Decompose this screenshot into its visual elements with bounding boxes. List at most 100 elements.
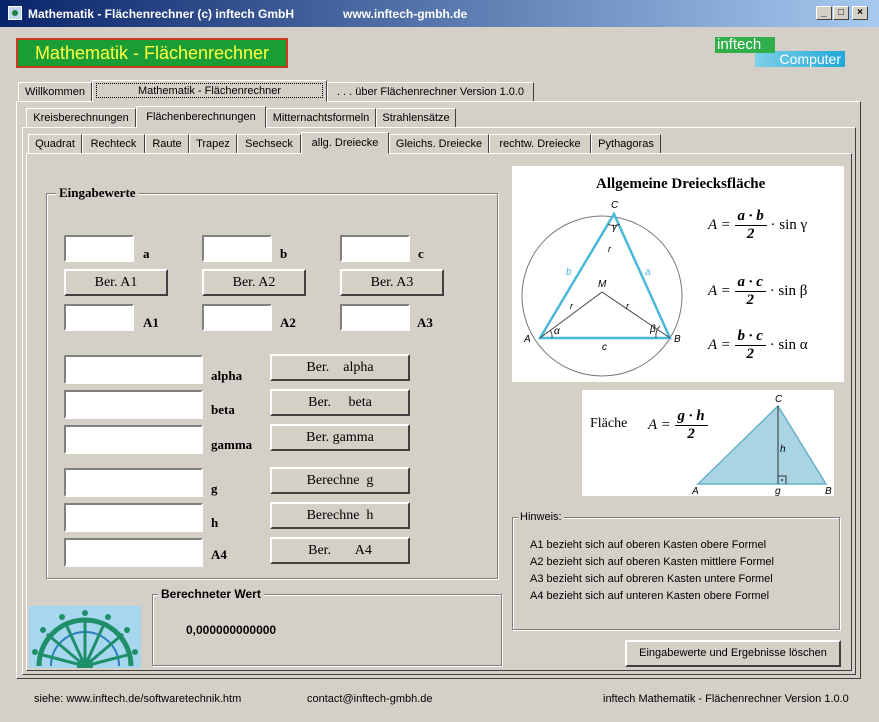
tab-rechtw-dreiecke[interactable]: rechtw. Dreiecke [489,134,591,154]
hinweis-line-3: A3 bezieht sich auf obreren Kasten unter… [530,573,773,585]
hinweis-line-2: A2 bezieht sich auf oberen Kasten mittle… [530,556,774,568]
hinweis-line-4: A4 bezieht sich auf unteren Kasten obere… [530,590,770,602]
a4-field[interactable] [64,538,203,567]
height-diagram: Fläche A = g · h2 C A B g h [582,390,834,497]
area-a2-field[interactable] [202,304,272,331]
status-version: inftech Mathematik - Flächenrechner Vers… [603,693,849,705]
tab-flaechenberechnungen[interactable]: Flächenberechnungen [136,106,266,128]
area-a3-field[interactable] [340,304,410,331]
tab-sechseck[interactable]: Sechseck [237,134,301,154]
result-group-title: Berechneter Wert [158,587,264,601]
gamma-input[interactable] [64,425,203,454]
side-a-label: a [143,246,150,261]
alpha-label: alpha [211,368,243,383]
formula-3-num: b · c [734,328,766,346]
header-banner: Mathematik - Flächenrechner [16,38,288,68]
berechne-h-button[interactable]: Berechne h [270,502,410,529]
formula-2-num: a · c [734,274,766,292]
h-label: h [211,515,219,530]
formula-1: A = a · b2 · sin γ [708,208,807,243]
ber-beta-button[interactable]: Ber. beta [270,389,410,416]
tab-trapez[interactable]: Trapez [189,134,237,154]
gamma-label: gamma [211,437,253,452]
clear-all-button[interactable]: Eingabewerte und Ergebnisse löschen [625,640,841,667]
formula-1-rhs: · sin γ [770,216,808,233]
formula-3-rhs: · sin α [769,336,808,353]
height-triangle [696,404,828,485]
g-input[interactable] [64,468,203,497]
title-bar[interactable]: Mathematik - Flächenrechner (c) inftech … [0,0,879,27]
app-window: Mathematik - Flächenrechner (c) inftech … [0,0,879,722]
height-vertex-c: C [775,394,783,405]
ber-gamma-button[interactable]: Ber. gamma [270,424,410,451]
result-value: 0,000000000000 [186,623,277,637]
radius-mark-top: r [608,244,611,254]
tab-raute[interactable]: Raute [145,134,189,154]
vertex-a: A [524,334,531,345]
tab-willkommen[interactable]: Willkommen [18,82,92,102]
tab-kreisberechnungen[interactable]: Kreisberechnungen [26,108,136,128]
area-a1-label: A1 [143,315,159,330]
area-a3-label: A3 [417,315,433,330]
alpha-input[interactable] [64,355,203,384]
formula-2-fraction: a · c2 [734,274,766,309]
formula-3-fraction: b · c2 [734,328,766,363]
minimize-button[interactable]: _ [816,6,832,20]
side-b-input[interactable] [202,235,272,262]
ship-wheel-logo [29,606,141,674]
logo-inftech: inftech [715,37,775,53]
radius-mark-left: r [570,301,573,311]
ber-alpha-button[interactable]: Ber. alpha [270,354,410,381]
height-triangle-figure [696,404,828,485]
tab-flaechenrechner[interactable]: Mathematik - Flächenrechner [92,80,327,102]
side-b-label: b [280,246,288,261]
side-c-label: c [418,246,424,261]
status-email[interactable]: contact@inftech-gmbh.de [307,693,433,705]
app-icon[interactable] [8,6,22,20]
formula-2-rhs: · sin β [769,282,808,299]
tab-quadrat[interactable]: Quadrat [28,134,82,154]
tab-strahlensaetze[interactable]: Strahlensätze [376,108,456,128]
formula-2: A = a · c2 · sin β [708,274,807,309]
tab-rechteck[interactable]: Rechteck [82,134,145,154]
hinweis-title: Hinweis: [518,511,564,523]
height-vertex-b: B [825,486,832,497]
side-b-mark: b [566,267,572,278]
side-c-mark: c [602,342,607,353]
ship-wheel-icon [32,610,138,674]
h-input[interactable] [64,503,203,532]
tab-flaechenrechner-label: Mathematik - Flächenrechner [96,83,323,98]
formula-3-den: 2 [746,346,754,362]
beta-input[interactable] [64,390,203,419]
formula-1-lhs: A = [708,216,731,233]
tab-gleichs-dreiecke[interactable]: Gleichs. Dreiecke [389,134,489,154]
height-vertex-a: A [692,486,699,497]
status-website[interactable]: siehe: www.inftech.de/softwaretechnik.ht… [34,693,241,705]
close-button[interactable]: × [852,6,868,20]
ber-a1-button[interactable]: Ber. A1 [64,269,168,296]
formula-1-fraction: a · b2 [734,208,767,243]
beta-label: beta [211,402,235,417]
tab-allg-dreiecke[interactable]: allg. Dreiecke [301,132,389,154]
berechne-g-button[interactable]: Berechne g [270,467,410,494]
vertex-c: C [611,200,619,211]
a4-label: A4 [211,547,227,562]
vertex-b: B [674,334,681,345]
ber-a2-button[interactable]: Ber. A2 [202,269,306,296]
formula-1-den: 2 [746,226,755,242]
ber-a4-button[interactable]: Ber. A4 [270,537,410,564]
tab-mitternachtsformeln[interactable]: Mitternachtsformeln [266,108,376,128]
side-c-input[interactable] [340,235,410,262]
logo-computer: Computer [755,51,845,67]
area-a1-field[interactable] [64,304,134,331]
side-a-input[interactable] [64,235,134,262]
angle-beta-mark: β [650,324,656,335]
height-label-h: h [780,444,786,455]
tab-ueber[interactable]: . . . über Flächenrechner Version 1.0.0 [327,82,534,102]
diagram-title: Allgemeine Dreiecksfläche [596,176,766,192]
ber-a3-button[interactable]: Ber. A3 [340,269,444,296]
hinweis-line-1: A1 bezieht sich auf oberen Kasten obere … [530,539,767,551]
maximize-button[interactable]: □ [833,6,849,20]
formula-3: A = b · c2 · sin α [708,328,808,363]
tab-pythagoras[interactable]: Pythagoras [591,134,661,154]
